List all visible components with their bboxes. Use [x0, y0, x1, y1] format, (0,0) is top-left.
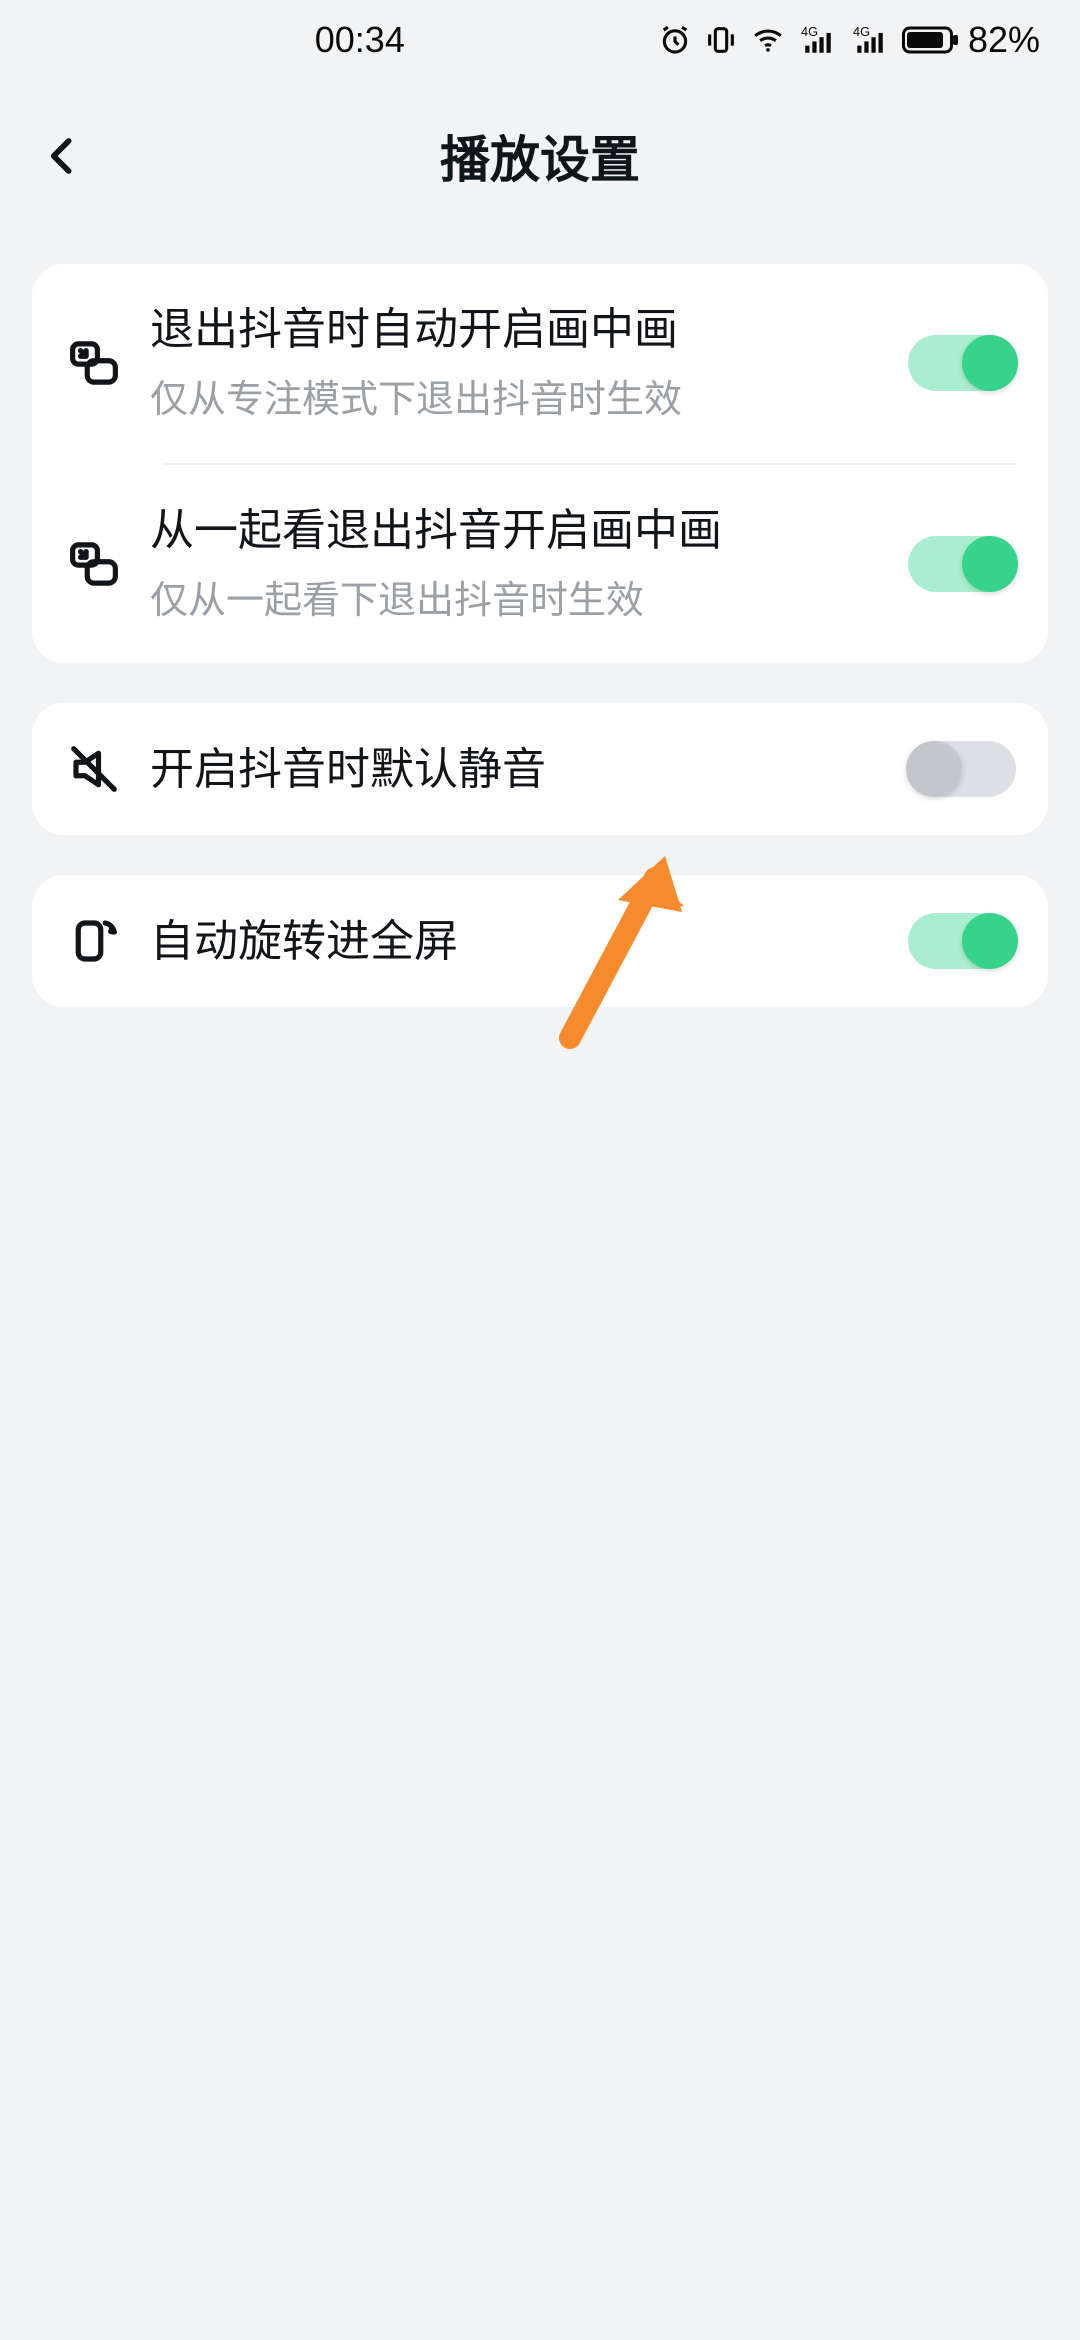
row-pip-watch-together[interactable]: 从一起看退出抖音开启画中画 仅从一起看下退出抖音时生效: [32, 465, 1048, 664]
status-right-cluster: 4G 4G 82%: [658, 19, 1040, 61]
row-sublabel: 仅从一起看下退出抖音时生效: [150, 576, 882, 627]
mute-icon: [64, 739, 124, 799]
alarm-icon: [658, 23, 692, 57]
status-bar: 00:34 4G 4G: [0, 0, 1080, 80]
row-label: 自动旋转进全屏: [150, 912, 882, 971]
battery-text: 82%: [968, 19, 1040, 61]
row-label: 从一起看退出抖音开启画中画: [150, 501, 882, 560]
toggle-mute-on-launch[interactable]: [908, 741, 1016, 797]
settings-card-pip: 退出抖音时自动开启画中画 仅从专注模式下退出抖音时生效 从一起看退出抖音开启画中…: [32, 264, 1048, 663]
wifi-icon: [750, 23, 786, 57]
status-clock: 00:34: [315, 19, 405, 61]
settings-content: 退出抖音时自动开启画中画 仅从专注模式下退出抖音时生效 从一起看退出抖音开启画中…: [32, 264, 1048, 1047]
rotate-icon: [64, 911, 124, 971]
row-label: 退出抖音时自动开启画中画: [150, 300, 882, 359]
header: 播放设置: [0, 96, 1080, 216]
row-pip-on-exit[interactable]: 退出抖音时自动开启画中画 仅从专注模式下退出抖音时生效: [32, 264, 1048, 463]
toggle-pip-on-exit[interactable]: [908, 335, 1016, 391]
row-mute-on-launch[interactable]: 开启抖音时默认静音: [32, 703, 1048, 835]
toggle-auto-rotate-fullscreen[interactable]: [908, 913, 1016, 969]
page-title: 播放设置: [440, 120, 640, 192]
signal-1-icon: 4G: [798, 23, 838, 57]
pip-icon: [64, 333, 124, 393]
toggle-pip-watch-together[interactable]: [908, 536, 1016, 592]
back-button[interactable]: [30, 124, 94, 188]
settings-card-rotate: 自动旋转进全屏: [32, 875, 1048, 1007]
signal-2-icon: 4G: [850, 23, 890, 57]
battery-indicator: 82%: [902, 19, 1040, 61]
pip-icon: [64, 534, 124, 594]
svg-text:4G: 4G: [801, 24, 818, 39]
svg-text:4G: 4G: [853, 24, 870, 39]
row-auto-rotate-fullscreen[interactable]: 自动旋转进全屏: [32, 875, 1048, 1007]
row-sublabel: 仅从专注模式下退出抖音时生效: [150, 375, 882, 426]
settings-card-mute: 开启抖音时默认静音: [32, 703, 1048, 835]
vibrate-icon: [704, 23, 738, 57]
row-label: 开启抖音时默认静音: [150, 740, 882, 799]
